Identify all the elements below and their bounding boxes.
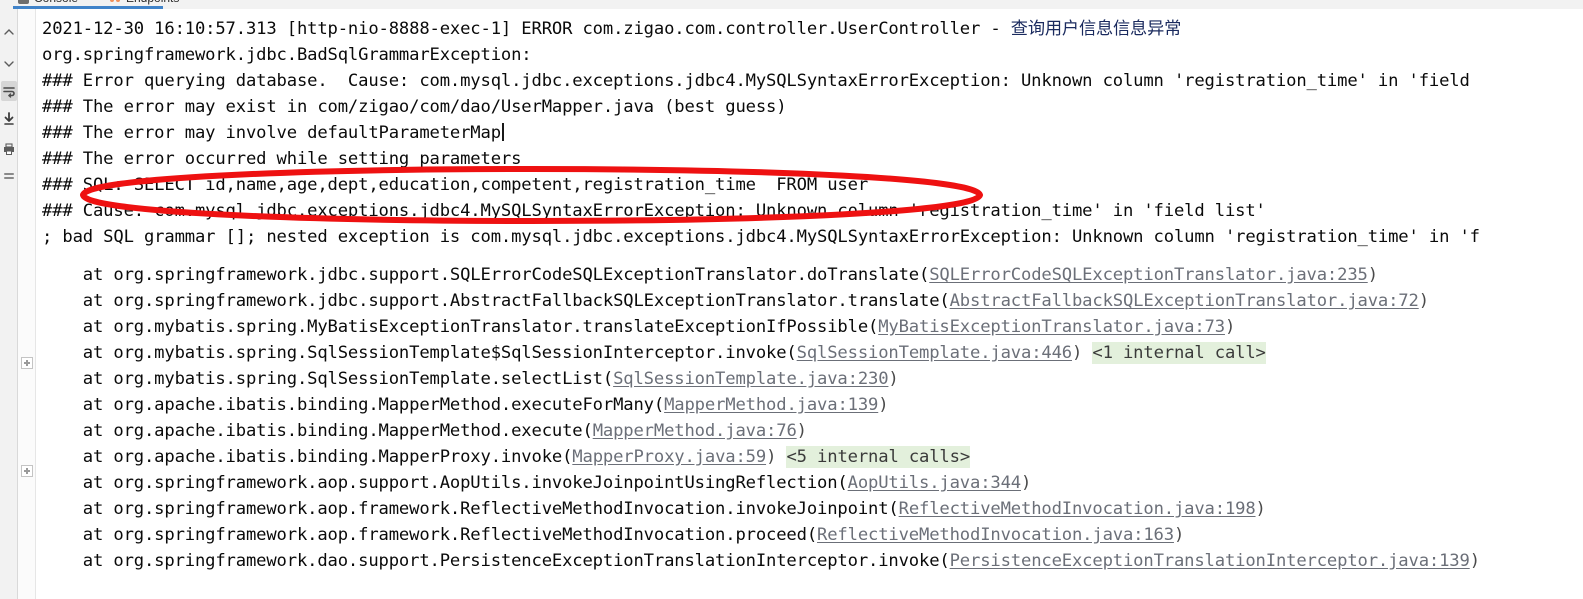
print-icon[interactable] <box>1 139 17 159</box>
log-line: at org.springframework.jdbc.support.SQLE… <box>42 262 1378 288</box>
log-text: at org.springframework.jdbc.support.SQLE… <box>42 265 930 285</box>
log-text: ) <box>1071 343 1083 363</box>
log-line: ### Error querying database. Cause: com.… <box>42 68 1470 94</box>
log-line: at org.springframework.aop.framework.Ref… <box>42 522 1185 548</box>
log-text: ) <box>888 369 899 389</box>
log-text: at org.springframework.jdbc.support.Abst… <box>42 291 950 311</box>
log-line: at org.mybatis.spring.MyBatisExceptionTr… <box>42 314 1236 340</box>
log-text: ) <box>878 395 889 415</box>
log-text: ) <box>1021 473 1032 493</box>
internal-calls-badge[interactable]: <1 internal call> <box>1092 342 1266 364</box>
stacktrace-link[interactable]: SQLErrorCodeSQLExceptionTranslator.java:… <box>929 265 1368 285</box>
log-message-cn: 查询用户信息信息异常 <box>1010 19 1182 39</box>
log-line: at org.apache.ibatis.binding.MapperMetho… <box>42 392 889 418</box>
log-line: at org.apache.ibatis.binding.MapperMetho… <box>42 418 807 444</box>
log-text: ) <box>1469 551 1480 571</box>
log-text: at org.apache.ibatis.binding.MapperMetho… <box>42 395 665 415</box>
log-text: ### SQL: SELECT id,name,age,dept,educati… <box>42 175 869 195</box>
console-icon <box>18 0 29 4</box>
log-text: ### Error querying database. Cause: com.… <box>42 71 1470 91</box>
log-line: at org.springframework.aop.support.AopUt… <box>42 470 1032 496</box>
scroll-to-end-icon[interactable] <box>1 109 17 129</box>
fold-expand-marker[interactable] <box>21 465 33 477</box>
log-line: at org.springframework.dao.support.Persi… <box>42 548 1480 574</box>
log-line: ### The error occurred while setting par… <box>42 146 521 172</box>
log-text: at org.springframework.aop.framework.Ref… <box>42 525 818 545</box>
stacktrace-link[interactable]: MyBatisExceptionTranslator.java:73 <box>878 317 1225 337</box>
stacktrace-link[interactable]: MapperProxy.java:59 <box>572 447 766 467</box>
log-text: ### Cause: com.mysql.jdbc.exceptions.jdb… <box>42 201 1266 221</box>
log-text: ) <box>766 447 777 467</box>
log-line: 2021-12-30 16:10:57.313 [http-nio-8888-e… <box>42 16 1181 42</box>
soft-wrap-icon[interactable] <box>1 81 17 101</box>
log-text: at org.springframework.aop.support.AopUt… <box>42 473 848 493</box>
log-text: org.springframework.jdbc.BadSqlGrammarEx… <box>42 45 542 65</box>
log-text: at org.mybatis.spring.SqlSessionTemplate… <box>42 343 797 363</box>
text-caret <box>501 123 504 141</box>
stacktrace-link[interactable]: ReflectiveMethodInvocation.java:163 <box>817 525 1174 545</box>
log-text: ### The error may involve defaultParamet… <box>42 123 501 143</box>
stacktrace-link[interactable]: ReflectiveMethodInvocation.java:198 <box>899 499 1256 519</box>
log-text: ) <box>1418 291 1429 311</box>
log-text: at org.springframework.dao.support.Persi… <box>42 551 950 571</box>
log-text: at org.mybatis.spring.SqlSessionTemplate… <box>42 369 614 389</box>
stacktrace-link[interactable]: AbstractFallbackSQLExceptionTranslator.j… <box>950 291 1419 311</box>
log-text: 2021-12-30 16:10:57.313 [http-nio-8888-e… <box>42 19 1011 39</box>
console-tab-strip: Console Endpoints <box>0 0 1583 9</box>
log-line: ### The error may exist in com/zigao/com… <box>42 94 787 120</box>
stacktrace-link[interactable]: SqlSessionTemplate.java:446 <box>797 343 1072 363</box>
log-text: ) <box>1173 525 1185 545</box>
log-text: ; bad SQL grammar []; nested exception i… <box>42 227 1480 247</box>
log-line: at org.mybatis.spring.SqlSessionTemplate… <box>42 366 899 392</box>
log-line: ### SQL: SELECT id,name,age,dept,educati… <box>42 172 868 198</box>
stacktrace-link[interactable]: SqlSessionTemplate.java:230 <box>613 369 888 389</box>
log-line: ### Cause: com.mysql.jdbc.exceptions.jdb… <box>42 198 1266 224</box>
log-text: at org.mybatis.spring.MyBatisExceptionTr… <box>42 317 879 337</box>
internal-calls-badge[interactable]: <5 internal calls> <box>786 446 970 468</box>
fold-expand-marker[interactable] <box>21 357 33 369</box>
log-line: ### The error may involve defaultParamet… <box>42 120 504 146</box>
log-line: at org.springframework.jdbc.support.Abst… <box>42 288 1429 314</box>
log-text: ) <box>1367 265 1378 285</box>
console-output-panel[interactable]: 2021-12-30 16:10:57.313 [http-nio-8888-e… <box>18 9 1583 599</box>
log-text: ) <box>796 421 807 441</box>
stacktrace-link[interactable]: MapperMethod.java:76 <box>593 421 797 441</box>
log-line: at org.apache.ibatis.binding.MapperProxy… <box>42 444 970 470</box>
log-line: at org.mybatis.spring.SqlSessionTemplate… <box>42 340 1266 366</box>
log-text: ) <box>1255 499 1266 519</box>
log-text: at org.apache.ibatis.binding.MapperProxy… <box>42 447 573 467</box>
stacktrace-link[interactable]: PersistenceExceptionTranslationIntercept… <box>950 551 1470 571</box>
endpoints-icon <box>110 0 121 4</box>
log-line: at org.springframework.aop.framework.Ref… <box>42 496 1266 522</box>
tab-console-label: Console <box>34 0 78 5</box>
scroll-up-icon[interactable] <box>1 23 17 43</box>
log-text: ### The error occurred while setting par… <box>42 149 522 169</box>
log-line: org.springframework.jdbc.BadSqlGrammarEx… <box>42 42 542 68</box>
log-text: ) <box>1224 317 1236 337</box>
stacktrace-link[interactable]: AopUtils.java:344 <box>848 473 1022 493</box>
log-text: ### The error may exist in com/zigao/com… <box>42 97 787 117</box>
stacktrace-link[interactable]: MapperMethod.java:139 <box>664 395 878 415</box>
fold-gutter <box>18 9 36 599</box>
console-left-toolbar <box>0 9 18 599</box>
log-text: at org.springframework.aop.framework.Ref… <box>42 499 899 519</box>
console-log-lines[interactable]: 2021-12-30 16:10:57.313 [http-nio-8888-e… <box>36 9 1583 599</box>
log-line: ; bad SQL grammar []; nested exception i… <box>42 224 1480 250</box>
settings-icon[interactable] <box>1 167 17 187</box>
tab-endpoints-label: Endpoints <box>126 0 179 5</box>
scroll-down-icon[interactable] <box>1 53 17 73</box>
log-text: at org.apache.ibatis.binding.MapperMetho… <box>42 421 593 441</box>
